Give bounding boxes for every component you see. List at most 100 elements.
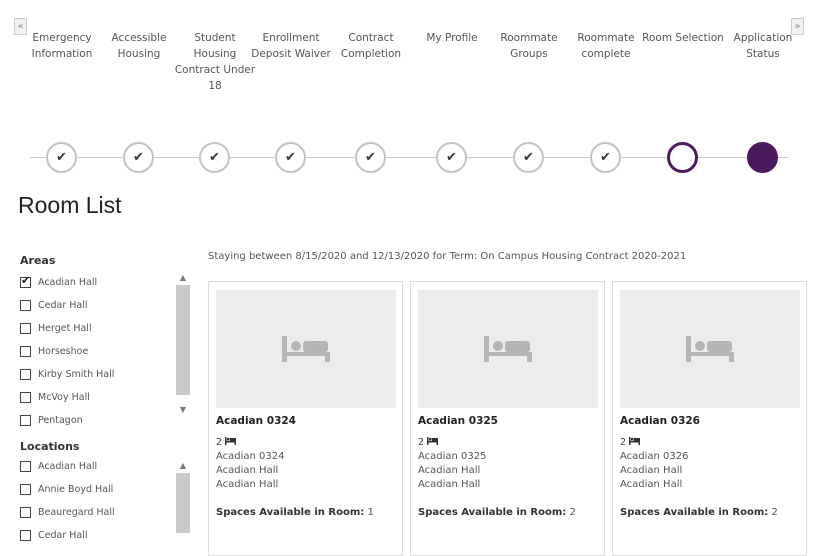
room-capacity: 2	[620, 437, 799, 448]
areas-option[interactable]: Acadian Hall	[20, 271, 168, 294]
spaces-value: 2	[569, 507, 576, 518]
step-status-dot: ✔	[513, 142, 544, 173]
step-label: My Profile	[426, 32, 478, 44]
room-card[interactable]: Acadian 0325 2 Acadian 0325 Acadian Hall Aca…	[410, 281, 605, 556]
step-roommate-groups[interactable]: Roommate Groups ✔	[487, 10, 571, 173]
option-label: Herget Hall	[38, 323, 92, 334]
step-status-dot: ✔	[590, 142, 621, 173]
areas-option[interactable]: Kirby Smith Hall	[20, 363, 168, 386]
step-label: Room Selection	[642, 32, 724, 44]
checkbox[interactable]	[20, 323, 31, 334]
scroll-down-arrow-icon[interactable]: ▼	[176, 403, 190, 417]
bed-icon	[629, 437, 641, 445]
option-label: Acadian Hall	[38, 277, 98, 288]
step-accessible-housing[interactable]: Accessible Housing ✔	[97, 10, 181, 173]
step-status-dot: ✔	[275, 142, 306, 173]
option-label: Cedar Hall	[38, 300, 88, 311]
step-label: Emergency Information	[31, 32, 93, 60]
spaces-available: Spaces Available in Room: 2	[418, 507, 597, 518]
checkbox[interactable]	[20, 461, 31, 472]
checkbox[interactable]	[20, 392, 31, 403]
step-label: Roommate complete	[577, 32, 635, 60]
stepper-next-button[interactable]: »	[791, 18, 804, 35]
room-building: Acadian Hall	[620, 465, 683, 476]
step-contract-completion[interactable]: Contract Completion ✔	[329, 10, 413, 173]
areas-option[interactable]: Horseshoe	[20, 340, 168, 363]
room-number: Acadian 0325	[418, 451, 487, 462]
spaces-available: Spaces Available in Room: 2	[620, 507, 799, 518]
room-area: Acadian Hall	[620, 479, 683, 490]
room-number: Acadian 0324	[216, 451, 285, 462]
locations-scrollbar[interactable]: ▲	[176, 459, 190, 551]
areas-scrollbar-thumb[interactable]	[176, 285, 190, 395]
checkmark-icon: ✔	[56, 150, 67, 165]
step-status-dot: ✔	[46, 142, 77, 173]
step-enrollment-deposit-waiver[interactable]: Enrollment Deposit Waiver ✔	[249, 10, 333, 173]
spaces-label: Spaces Available in Room:	[216, 507, 365, 518]
progress-stepper: « Emergency Information ✔ Accessible Housi…	[14, 10, 804, 180]
checkbox[interactable]	[20, 415, 31, 426]
areas-option[interactable]: Herget Hall	[20, 317, 168, 340]
room-name[interactable]: Acadian 0324	[216, 415, 395, 427]
option-label: McVoy Hall	[38, 392, 90, 403]
locations-option[interactable]: Beauregard Hall	[20, 501, 168, 524]
step-room-selection[interactable]: Room Selection	[641, 10, 725, 173]
current-step-ring-icon	[667, 142, 698, 173]
room-name[interactable]: Acadian 0326	[620, 415, 799, 427]
final-step-dot-icon	[747, 142, 778, 173]
scroll-up-arrow-icon[interactable]: ▲	[176, 271, 190, 285]
option-label: Kirby Smith Hall	[38, 369, 115, 380]
locations-option[interactable]: Annie Boyd Hall	[20, 478, 168, 501]
room-area: Acadian Hall	[216, 479, 279, 490]
step-label: Contract Completion	[340, 32, 402, 60]
locations-option[interactable]: Cedar Hall	[20, 524, 168, 547]
room-card-list: Acadian 0324 2 Acadian 0324 Acadian Hall Aca…	[208, 281, 814, 556]
areas-scrollbar[interactable]: ▲ ▼	[176, 271, 190, 431]
spaces-label: Spaces Available in Room:	[418, 507, 567, 518]
option-label: Annie Boyd Hall	[38, 484, 114, 495]
checkbox[interactable]	[20, 369, 31, 380]
locations-option[interactable]: Acadian Hall	[20, 455, 168, 478]
checkmark-icon: ✔	[133, 150, 144, 165]
step-roommate-complete[interactable]: Roommate complete ✔	[564, 10, 648, 173]
checkmark-icon: ✔	[523, 150, 534, 165]
checkbox[interactable]	[20, 484, 31, 495]
checkmark-icon: ✔	[446, 150, 457, 165]
areas-option[interactable]: McVoy Hall	[20, 386, 168, 409]
room-card[interactable]: Acadian 0324 2 Acadian 0324 Acadian Hall Aca…	[208, 281, 403, 556]
step-emergency-information[interactable]: Emergency Information ✔	[20, 10, 104, 173]
room-building: Acadian Hall	[216, 465, 279, 476]
checkmark-icon: ✔	[209, 150, 220, 165]
room-number: Acadian 0326	[620, 451, 689, 462]
bed-icon	[282, 336, 330, 362]
areas-option[interactable]: Pentagon	[20, 409, 168, 431]
room-image-placeholder	[216, 290, 396, 408]
areas-filter-list: Acadian Hall Cedar Hall Herget Hall Horsesh…	[20, 271, 190, 431]
checkbox[interactable]	[20, 530, 31, 541]
areas-option[interactable]: Cedar Hall	[20, 294, 168, 317]
checkmark-icon: ✔	[600, 150, 611, 165]
step-status-dot: ✔	[123, 142, 154, 173]
checkbox[interactable]	[20, 300, 31, 311]
room-building: Acadian Hall	[418, 465, 481, 476]
page-title: Room List	[18, 192, 122, 218]
scroll-up-arrow-icon[interactable]: ▲	[176, 459, 190, 473]
bed-icon	[484, 336, 532, 362]
step-student-housing-contract-under-18[interactable]: Student Housing Contract Under 18 ✔	[173, 10, 257, 173]
step-my-profile[interactable]: My Profile ✔	[410, 10, 494, 173]
step-label: Accessible Housing	[111, 32, 167, 60]
option-label: Acadian Hall	[38, 461, 98, 472]
step-label: Roommate Groups	[500, 32, 558, 60]
checkbox[interactable]	[20, 274, 31, 288]
locations-filter-list: Acadian Hall Annie Boyd Hall Beauregard Ha…	[20, 455, 190, 551]
checkbox[interactable]	[20, 507, 31, 518]
locations-scrollbar-thumb[interactable]	[176, 473, 190, 533]
room-image-placeholder	[418, 290, 598, 408]
capacity-value: 2	[418, 437, 425, 448]
option-label: Cedar Hall	[38, 530, 88, 541]
bed-icon	[686, 336, 734, 362]
room-name[interactable]: Acadian 0325	[418, 415, 597, 427]
checkmark-icon: ✔	[285, 150, 296, 165]
room-card[interactable]: Acadian 0326 2 Acadian 0326 Acadian Hall Aca…	[612, 281, 807, 556]
checkbox[interactable]	[20, 346, 31, 357]
